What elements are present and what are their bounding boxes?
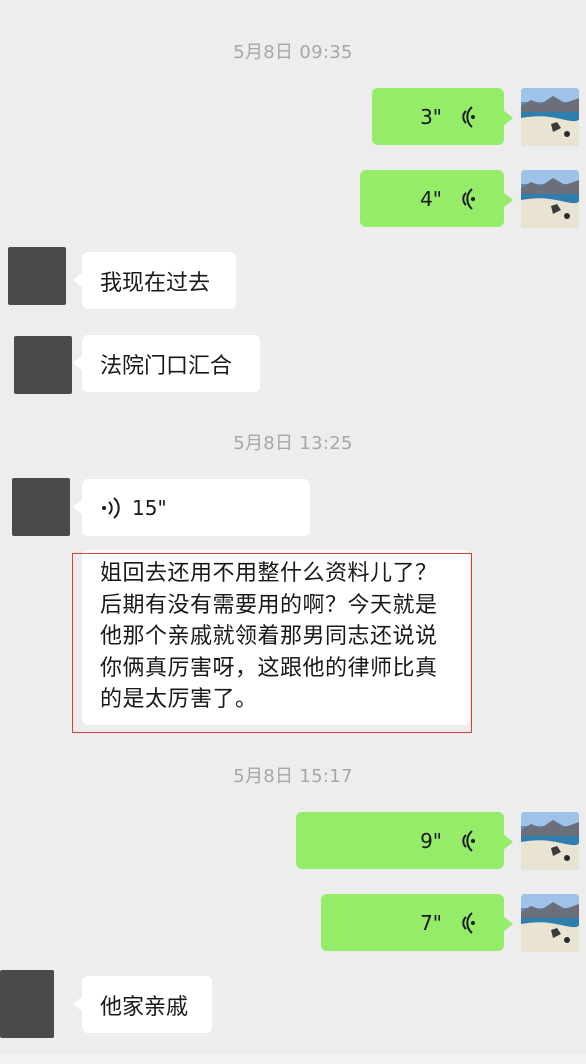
timestamp: 5月8日 15:17 xyxy=(233,766,353,787)
avatar[interactable] xyxy=(521,812,579,870)
voice-message-bubble[interactable]: 3" xyxy=(372,88,513,145)
voice-message-bubble[interactable]: 9" xyxy=(296,812,513,869)
voice-duration: 15" xyxy=(132,495,167,520)
text-message-bubble[interactable]: 我现在过去 xyxy=(73,252,236,309)
voice-message-bubble[interactable]: 15" xyxy=(73,479,310,536)
voice-wave-icon xyxy=(102,496,120,519)
voice-duration: 4" xyxy=(420,186,442,211)
avatar[interactable] xyxy=(521,894,579,952)
input-bar-edge xyxy=(0,1054,586,1064)
avatar[interactable] xyxy=(0,970,54,1038)
text-message-bubble[interactable]: 姐回去还用不用整什么资料儿了？后期有没有需要用的啊？今天就是他那个亲戚就领着那男… xyxy=(82,550,470,725)
timestamp: 5月8日 13:25 xyxy=(233,433,353,454)
message-text: 姐回去还用不用整什么资料儿了？后期有没有需要用的啊？今天就是他那个亲戚就领着那男… xyxy=(100,561,438,712)
voice-wave-icon xyxy=(462,187,475,210)
text-message-bubble[interactable]: 他家亲戚 xyxy=(73,976,212,1033)
voice-wave-icon xyxy=(462,829,475,852)
voice-duration: 7" xyxy=(420,910,442,935)
message-text: 我现在过去 xyxy=(100,270,211,296)
avatar[interactable] xyxy=(14,336,72,394)
voice-wave-icon xyxy=(462,911,475,934)
avatar[interactable] xyxy=(8,247,66,305)
voice-message-bubble[interactable]: 4" xyxy=(360,170,513,227)
message-text: 法院门口汇合 xyxy=(100,353,233,379)
avatar[interactable] xyxy=(521,170,579,228)
avatar[interactable] xyxy=(12,478,70,536)
voice-wave-icon xyxy=(462,105,475,128)
avatar[interactable] xyxy=(521,88,579,146)
voice-duration: 3" xyxy=(420,104,442,129)
text-message-bubble[interactable]: 法院门口汇合 xyxy=(73,335,260,392)
voice-duration: 9" xyxy=(420,828,442,853)
message-text: 他家亲戚 xyxy=(100,994,189,1020)
timestamp: 5月8日 09:35 xyxy=(233,42,353,63)
voice-message-bubble[interactable]: 7" xyxy=(321,894,513,951)
